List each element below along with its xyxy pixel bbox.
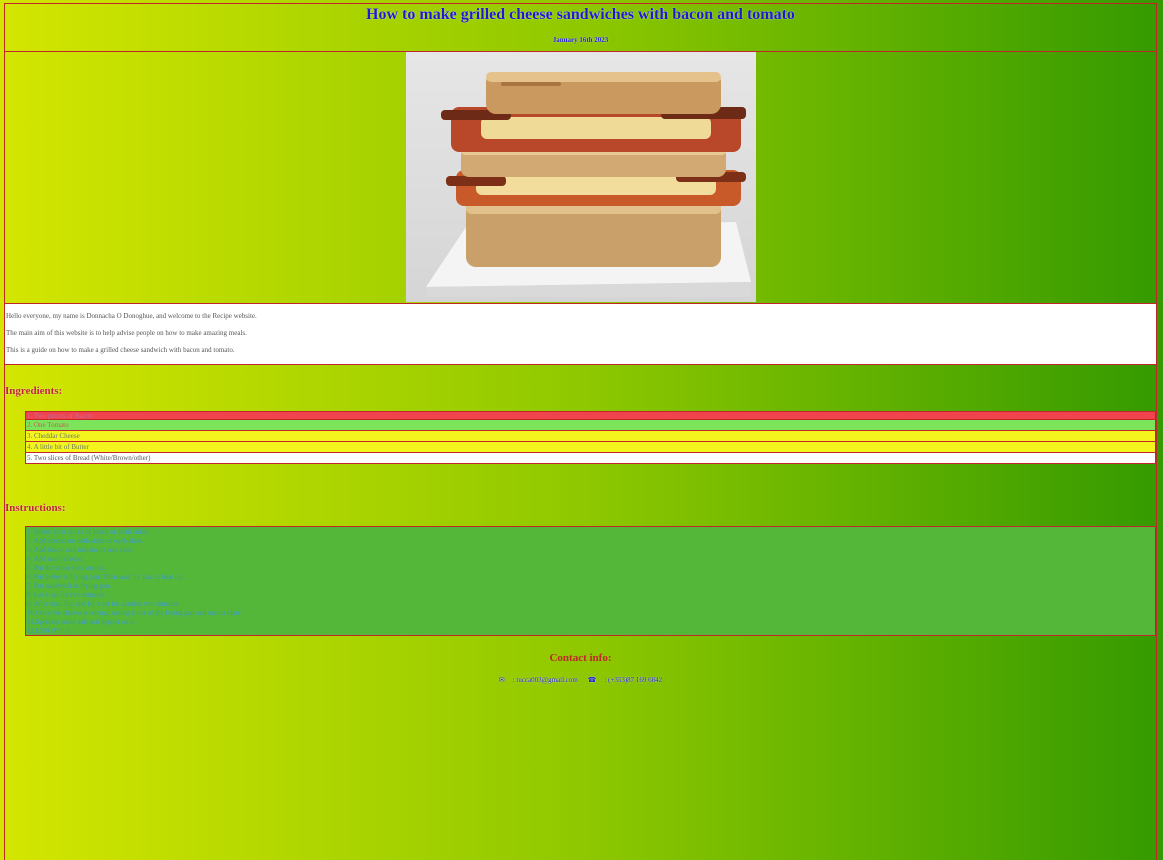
page-title: How to make grilled cheese sandwiches wi… (366, 6, 795, 23)
intro-line: Hello everyone, my name is Donnacha O Do… (6, 312, 257, 320)
instructions-heading: Instructions: (5, 502, 66, 514)
instruction-step: 1. Butter your slices of bread on both s… (27, 528, 149, 536)
contact-email[interactable]: : tucca003@gmail.com (513, 676, 578, 684)
instruction-step: 3. Add bacon and tomato on one slice. (27, 546, 135, 554)
instruction-step: 9. After that, flip and let it set for a… (27, 600, 181, 608)
intro-line: This is a guide on how to make a grilled… (6, 346, 235, 354)
page: How to make grilled cheese sandwiches wi… (4, 3, 1157, 860)
ingredient-item: 2. One Tomato (25, 420, 1156, 431)
instruction-step: 7. Put sandwich in frying pan. (27, 582, 112, 590)
instruction-step: 12.ENJOY!! :) (27, 627, 69, 635)
instructions-list: 1. Butter your slices of bread on both s… (25, 526, 1156, 636)
contact-phone[interactable]: : (+353)87 169 6842 (604, 676, 662, 684)
photo-row (5, 52, 1156, 304)
instruction-step: 2. Add cheese on both sides of each slic… (27, 537, 144, 545)
instruction-step: 11.Sprinkle some salt and pepper on it. (27, 618, 136, 626)
instruction-step: 10.Once the cheese is oozing, taking it … (27, 609, 243, 617)
ingredient-item: 1. Two pieces of Bacon (25, 411, 1156, 420)
instruction-step: 6. Put butter in frying pan. Then wait f… (27, 573, 184, 581)
instruction-step: 4. Add more cheese. (27, 555, 84, 563)
phone-icon: ☎ (587, 676, 597, 684)
post-date: January 16th 2023 (552, 36, 609, 44)
contact-section: Contact info: ✉ : tucca003@gmail.com ☎ : (… (5, 652, 1156, 684)
ingredients-heading: Ingredients: (5, 385, 63, 397)
contact-heading: Contact info: (549, 652, 612, 664)
ingredient-item: 3. Cheddar Cheese (25, 431, 1156, 442)
instruction-step: 8. Let it set for two minutes. (27, 591, 107, 599)
intro-box: Hello everyone, my name is Donnacha O Do… (5, 304, 1156, 365)
ingredient-item: 5. Two slices of Bread (White/Brown/othe… (25, 453, 1156, 464)
ingredient-item: 4. A little bit of Butter (25, 442, 1156, 453)
sandwich-photo (406, 52, 756, 302)
contact-line: ✉ : tucca003@gmail.com ☎ : (+353)87 169 68… (5, 676, 1156, 684)
header: How to make grilled cheese sandwiches wi… (5, 4, 1156, 52)
ingredients-list: 1. Two pieces of Bacon 2. One Tomato 3. … (25, 411, 1156, 464)
envelope-icon: ✉ (498, 676, 505, 684)
instruction-step: 5. Put the other slice on top. (27, 564, 106, 572)
intro-line: The main aim of this website is to help … (6, 329, 247, 337)
